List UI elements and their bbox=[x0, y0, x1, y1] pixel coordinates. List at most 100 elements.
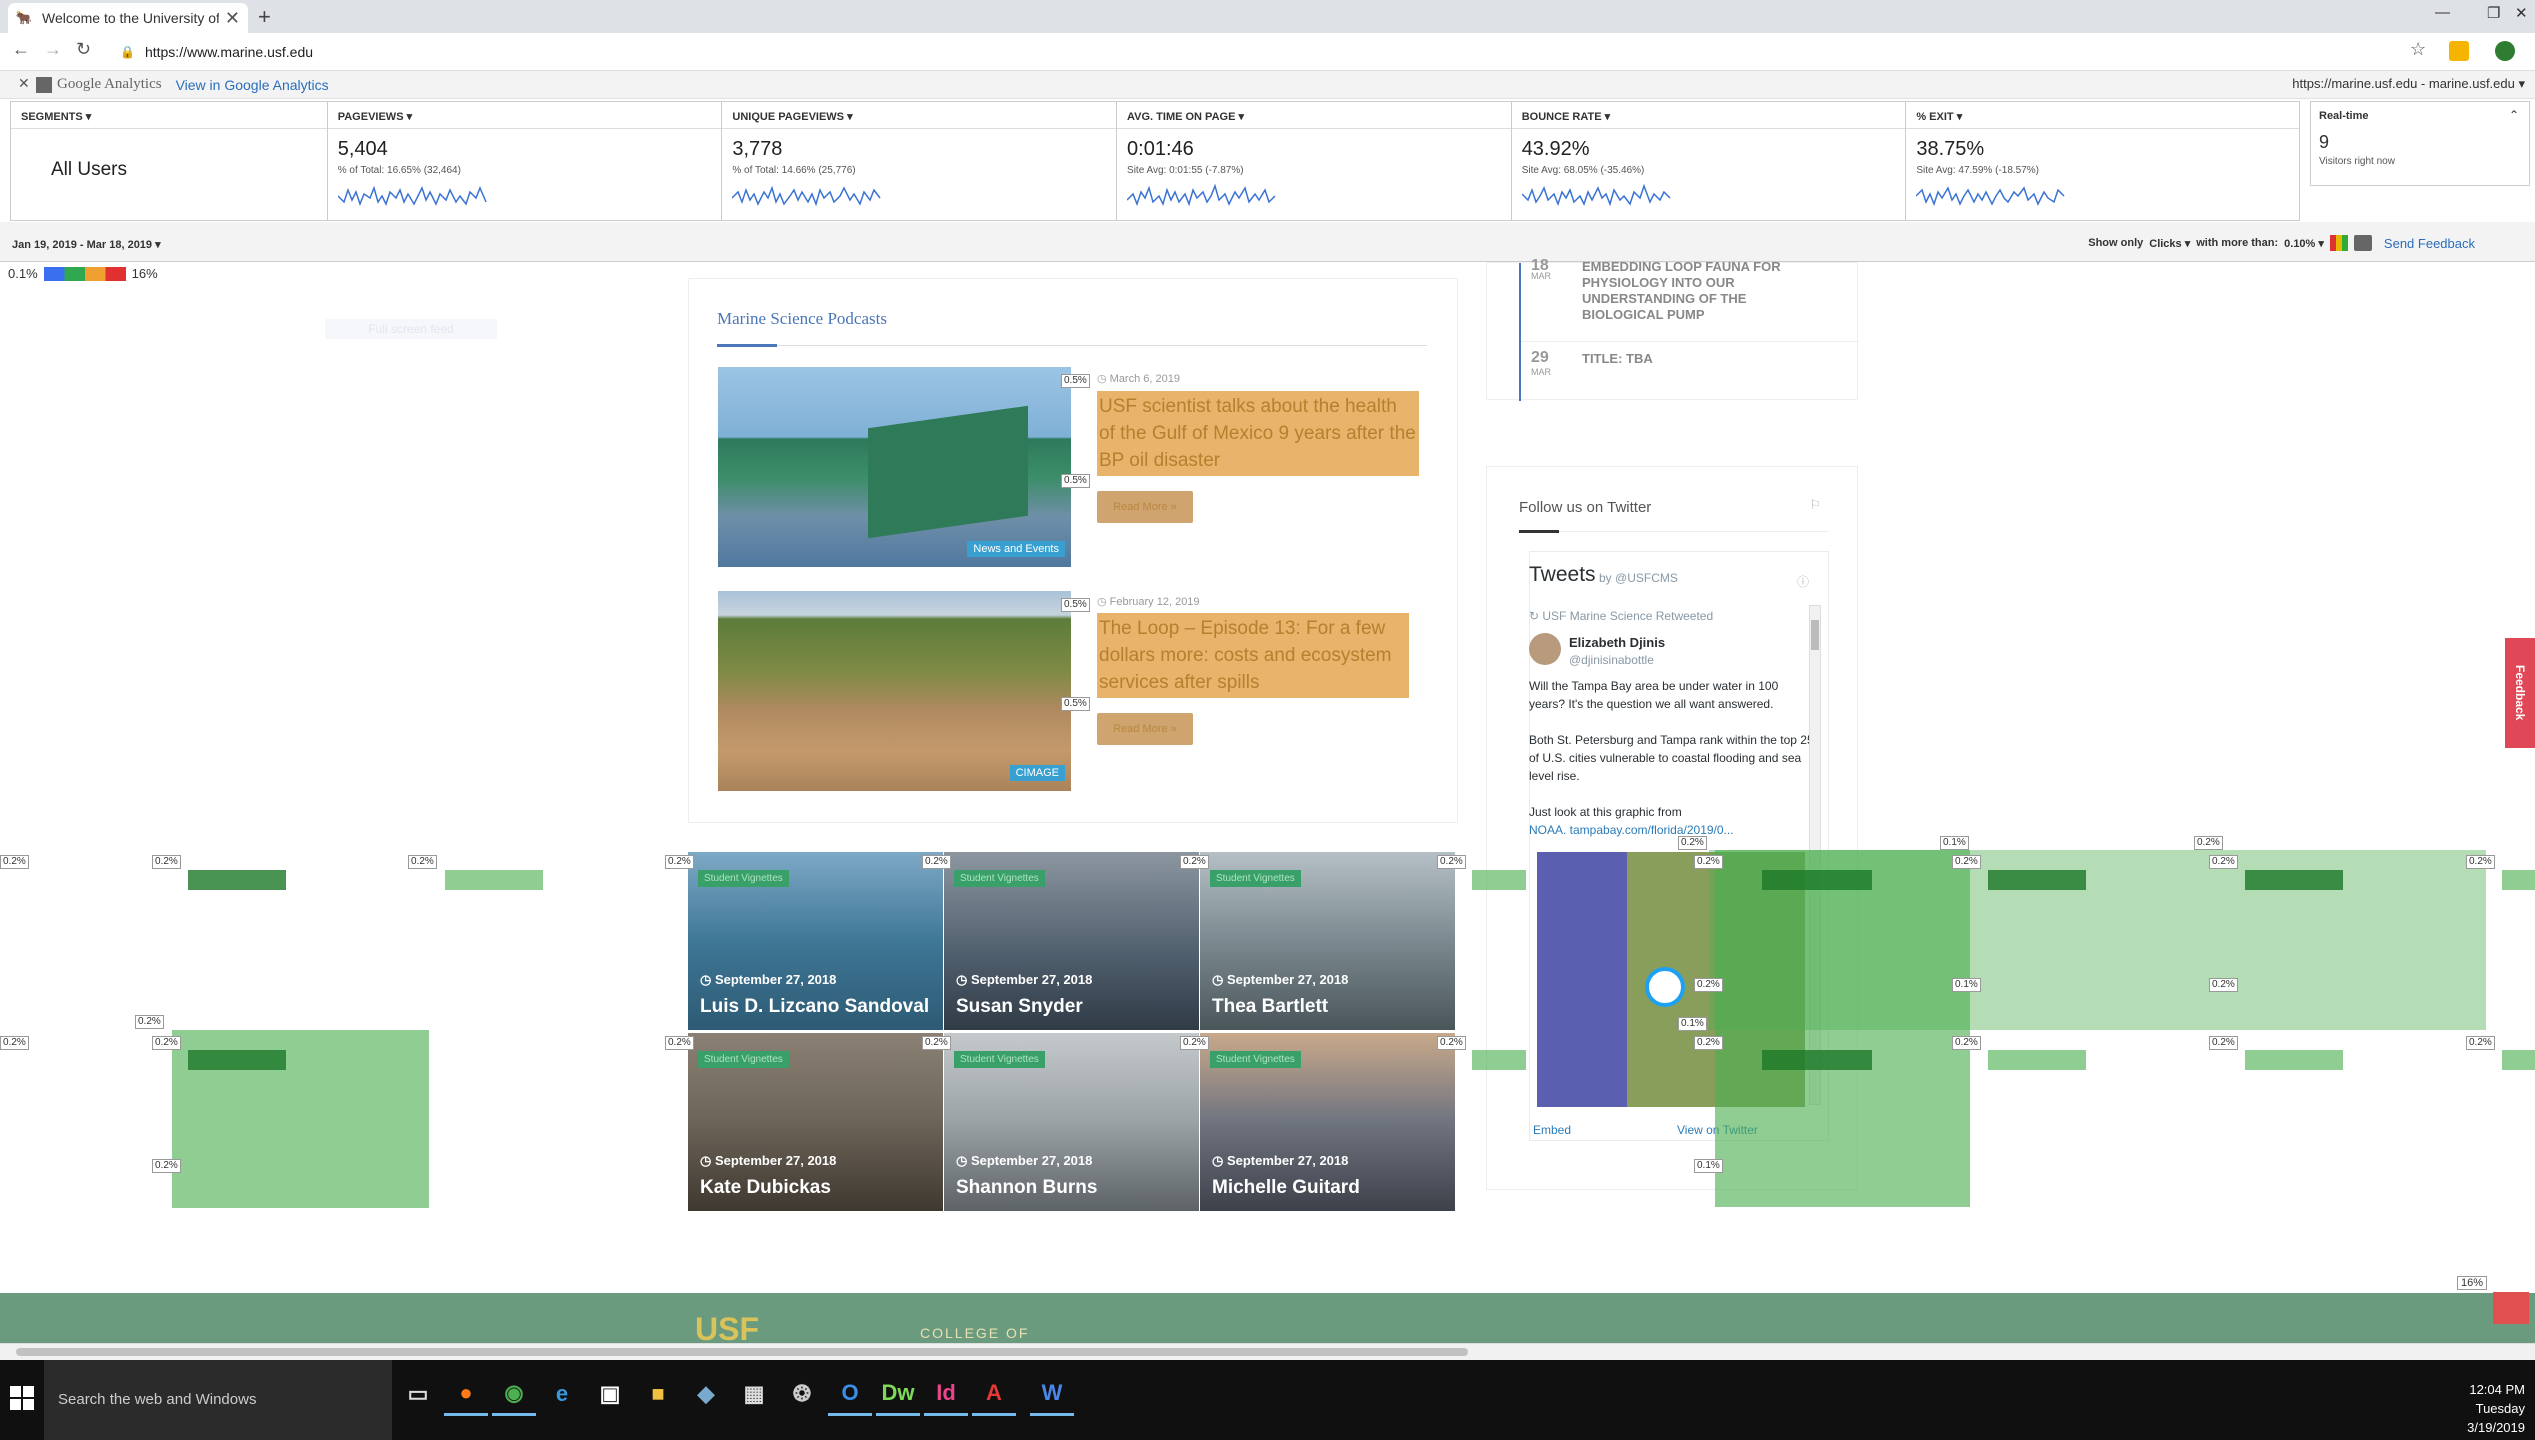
click-pct: 0.1% bbox=[1952, 978, 1981, 992]
indesign-icon[interactable]: Id bbox=[924, 1372, 968, 1416]
media-icon[interactable]: ❂ bbox=[780, 1372, 824, 1416]
task-view-icon[interactable]: ▭ bbox=[396, 1372, 440, 1416]
bookmark-star-icon[interactable]: ☆ bbox=[2410, 39, 2426, 60]
dreamweaver-icon[interactable]: Dw bbox=[876, 1372, 920, 1416]
tweet-handle[interactable]: @djinisinabottle bbox=[1569, 653, 1654, 667]
vignette-name[interactable]: Shannon Burns bbox=[956, 1177, 1097, 1199]
word-icon[interactable]: W bbox=[1030, 1372, 1074, 1416]
vignette-badge[interactable]: Student Vignettes bbox=[954, 870, 1045, 887]
new-tab-button[interactable]: + bbox=[258, 4, 271, 30]
metric-exit: % EXIT ▾ 38.75% Site Avg: 47.59% (-18.57… bbox=[1906, 102, 2299, 220]
vignette-badge[interactable]: Student Vignettes bbox=[698, 870, 789, 887]
metric-label[interactable]: PAGEVIEWS ▾ bbox=[327, 110, 722, 129]
metric-bounce-rate: BOUNCE RATE ▾ 43.92% Site Avg: 68.05% (-… bbox=[1511, 102, 1907, 220]
post-date: ◷ February 12, 2019 bbox=[1097, 596, 1200, 608]
file-explorer-icon[interactable]: ■ bbox=[636, 1372, 680, 1416]
send-feedback-link[interactable]: Send Feedback bbox=[2384, 236, 2475, 251]
back-icon[interactable]: ← bbox=[12, 39, 30, 60]
vignette-card[interactable]: Student Vignettes ◷ September 27, 2018 L… bbox=[688, 852, 943, 1030]
forward-icon[interactable]: → bbox=[44, 39, 62, 60]
taskbar-search[interactable]: Search the web and Windows bbox=[44, 1360, 392, 1440]
metric-label[interactable]: % EXIT ▾ bbox=[1906, 110, 2299, 129]
vignette-badge[interactable]: Student Vignettes bbox=[1210, 1051, 1301, 1068]
vignette-card[interactable]: Student Vignettes ◷ September 27, 2018 K… bbox=[688, 1033, 943, 1211]
site-select[interactable]: https://marine.usf.edu - marine.usf.edu … bbox=[2292, 76, 2525, 92]
post-image[interactable]: CIMAGE bbox=[718, 591, 1071, 791]
browser-tab[interactable]: 🐂 Welcome to the University of So ✕ bbox=[8, 3, 248, 33]
click-pct: 0.2% bbox=[1180, 1036, 1209, 1050]
collapse-icon[interactable]: ⌃ bbox=[2509, 108, 2519, 122]
vignette-name[interactable]: Susan Snyder bbox=[956, 996, 1083, 1018]
metric-select[interactable]: Clicks ▾ bbox=[2149, 237, 2190, 250]
site-footer: USF COLLEGE OF bbox=[0, 1293, 2535, 1347]
calculator-icon[interactable]: ▦ bbox=[732, 1372, 776, 1416]
color-toggle-icon[interactable] bbox=[2329, 235, 2348, 251]
post-tag[interactable]: News and Events bbox=[967, 541, 1065, 557]
system-clock[interactable]: 12:04 PM Tuesday 3/19/2019 bbox=[2467, 1380, 2525, 1437]
tweet-link[interactable]: NOAA. tampabay.com/florida/2019/0... bbox=[1529, 821, 1814, 839]
podcasts-section: Marine Science Podcasts News and Events … bbox=[688, 278, 1458, 823]
event-title-link[interactable]: TITLE: TBA bbox=[1582, 351, 1822, 367]
info-icon[interactable]: ⓘ bbox=[1797, 573, 1809, 590]
vignette-badge[interactable]: Student Vignettes bbox=[698, 1051, 789, 1068]
segments-dropdown[interactable]: SEGMENTS ▾ bbox=[11, 110, 327, 129]
vignette-card[interactable]: Student Vignettes ◷ September 27, 2018 M… bbox=[1200, 1033, 1455, 1211]
firefox-icon[interactable]: ● bbox=[444, 1372, 488, 1416]
date-range-picker[interactable]: Jan 19, 2019 - Mar 18, 2019 ▾ bbox=[12, 238, 161, 251]
tweet-author[interactable]: Elizabeth Djinis bbox=[1569, 635, 1665, 650]
vignette-card[interactable]: Student Vignettes ◷ September 27, 2018 S… bbox=[944, 1033, 1199, 1211]
vignette-date: ◷ September 27, 2018 bbox=[1212, 1153, 1349, 1168]
metric-value: 5,404 bbox=[337, 138, 388, 160]
view-in-ga-link[interactable]: View in Google Analytics bbox=[176, 77, 329, 93]
vignette-name[interactable]: Kate Dubickas bbox=[700, 1177, 831, 1199]
metric-value: 3,778 bbox=[732, 138, 783, 160]
store-icon[interactable]: ▣ bbox=[588, 1372, 632, 1416]
threshold-select[interactable]: 0.10% ▾ bbox=[2284, 237, 2324, 250]
profile-avatar[interactable] bbox=[2495, 41, 2515, 61]
read-more-button[interactable]: Read More » bbox=[1097, 491, 1193, 523]
vignette-badge[interactable]: Student Vignettes bbox=[954, 1051, 1045, 1068]
horizontal-scrollbar[interactable] bbox=[0, 1343, 2535, 1360]
extension-icon[interactable] bbox=[2449, 41, 2469, 61]
vignette-name[interactable]: Thea Bartlett bbox=[1212, 996, 1328, 1018]
minimize-icon[interactable]: — bbox=[2435, 4, 2450, 21]
play-icon[interactable] bbox=[1645, 967, 1685, 1007]
post-title-link[interactable]: USF scientist talks about the health of … bbox=[1097, 391, 1419, 476]
chrome-icon[interactable]: ◉ bbox=[492, 1372, 536, 1416]
metric-sub: Site Avg: 68.05% (-35.46%) bbox=[1521, 165, 1645, 176]
metric-label[interactable]: AVG. TIME ON PAGE ▾ bbox=[1117, 110, 1511, 129]
feedback-tab[interactable]: Feedback bbox=[2505, 638, 2535, 748]
close-window-icon[interactable]: ✕ bbox=[2515, 4, 2528, 22]
vignette-name[interactable]: Michelle Guitard bbox=[1212, 1177, 1360, 1199]
reload-icon[interactable]: ↻ bbox=[76, 39, 91, 60]
metric-label[interactable]: BOUNCE RATE ▾ bbox=[1511, 110, 1906, 129]
restore-icon[interactable]: ❐ bbox=[2487, 4, 2500, 22]
comment-icon[interactable] bbox=[2353, 235, 2372, 251]
url-field[interactable]: 🔒 https://www.marine.usf.edu bbox=[120, 39, 2410, 65]
close-tab-icon[interactable]: ✕ bbox=[225, 8, 240, 29]
app-icon[interactable]: ◆ bbox=[684, 1372, 728, 1416]
edge-icon[interactable]: e bbox=[540, 1372, 584, 1416]
event-title-link[interactable]: EMBEDDING LOOP FAUNA FOR PHYSIOLOGY INTO… bbox=[1582, 259, 1822, 319]
metric-label[interactable]: UNIQUE PAGEVIEWS ▾ bbox=[722, 110, 1117, 129]
vignette-badge[interactable]: Student Vignettes bbox=[1210, 870, 1301, 887]
click-pct: 0.2% bbox=[665, 1036, 694, 1050]
acrobat-icon[interactable]: A bbox=[972, 1372, 1016, 1416]
post-image[interactable]: News and Events bbox=[718, 367, 1071, 567]
avatar[interactable] bbox=[1529, 633, 1561, 665]
vignette-card[interactable]: Student Vignettes ◷ September 27, 2018 T… bbox=[1200, 852, 1455, 1030]
close-icon[interactable]: ✕ bbox=[18, 75, 30, 92]
post-title-link[interactable]: The Loop – Episode 13: For a few dollars… bbox=[1097, 613, 1409, 698]
widget-by-link[interactable]: by @USFCMS bbox=[1599, 571, 1678, 585]
url-text: https://www.marine.usf.edu bbox=[144, 44, 314, 60]
vignette-name[interactable]: Luis D. Lizcano Sandoval bbox=[700, 996, 929, 1018]
post-tag[interactable]: CIMAGE bbox=[1009, 765, 1065, 781]
windows-start-icon[interactable] bbox=[10, 1386, 34, 1410]
outlook-icon[interactable]: O bbox=[828, 1372, 872, 1416]
read-more-button[interactable]: Read More » bbox=[1097, 713, 1193, 745]
full-screen-feed-link[interactable]: Full screen feed bbox=[325, 319, 497, 339]
vignette-card[interactable]: Student Vignettes ◷ September 27, 2018 S… bbox=[944, 852, 1199, 1030]
embed-link[interactable]: Embed bbox=[1533, 1123, 1571, 1137]
ga-filter-bar: Jan 19, 2019 - Mar 18, 2019 ▾ Show only … bbox=[0, 222, 2535, 262]
click-pct: 0.2% bbox=[922, 855, 951, 869]
